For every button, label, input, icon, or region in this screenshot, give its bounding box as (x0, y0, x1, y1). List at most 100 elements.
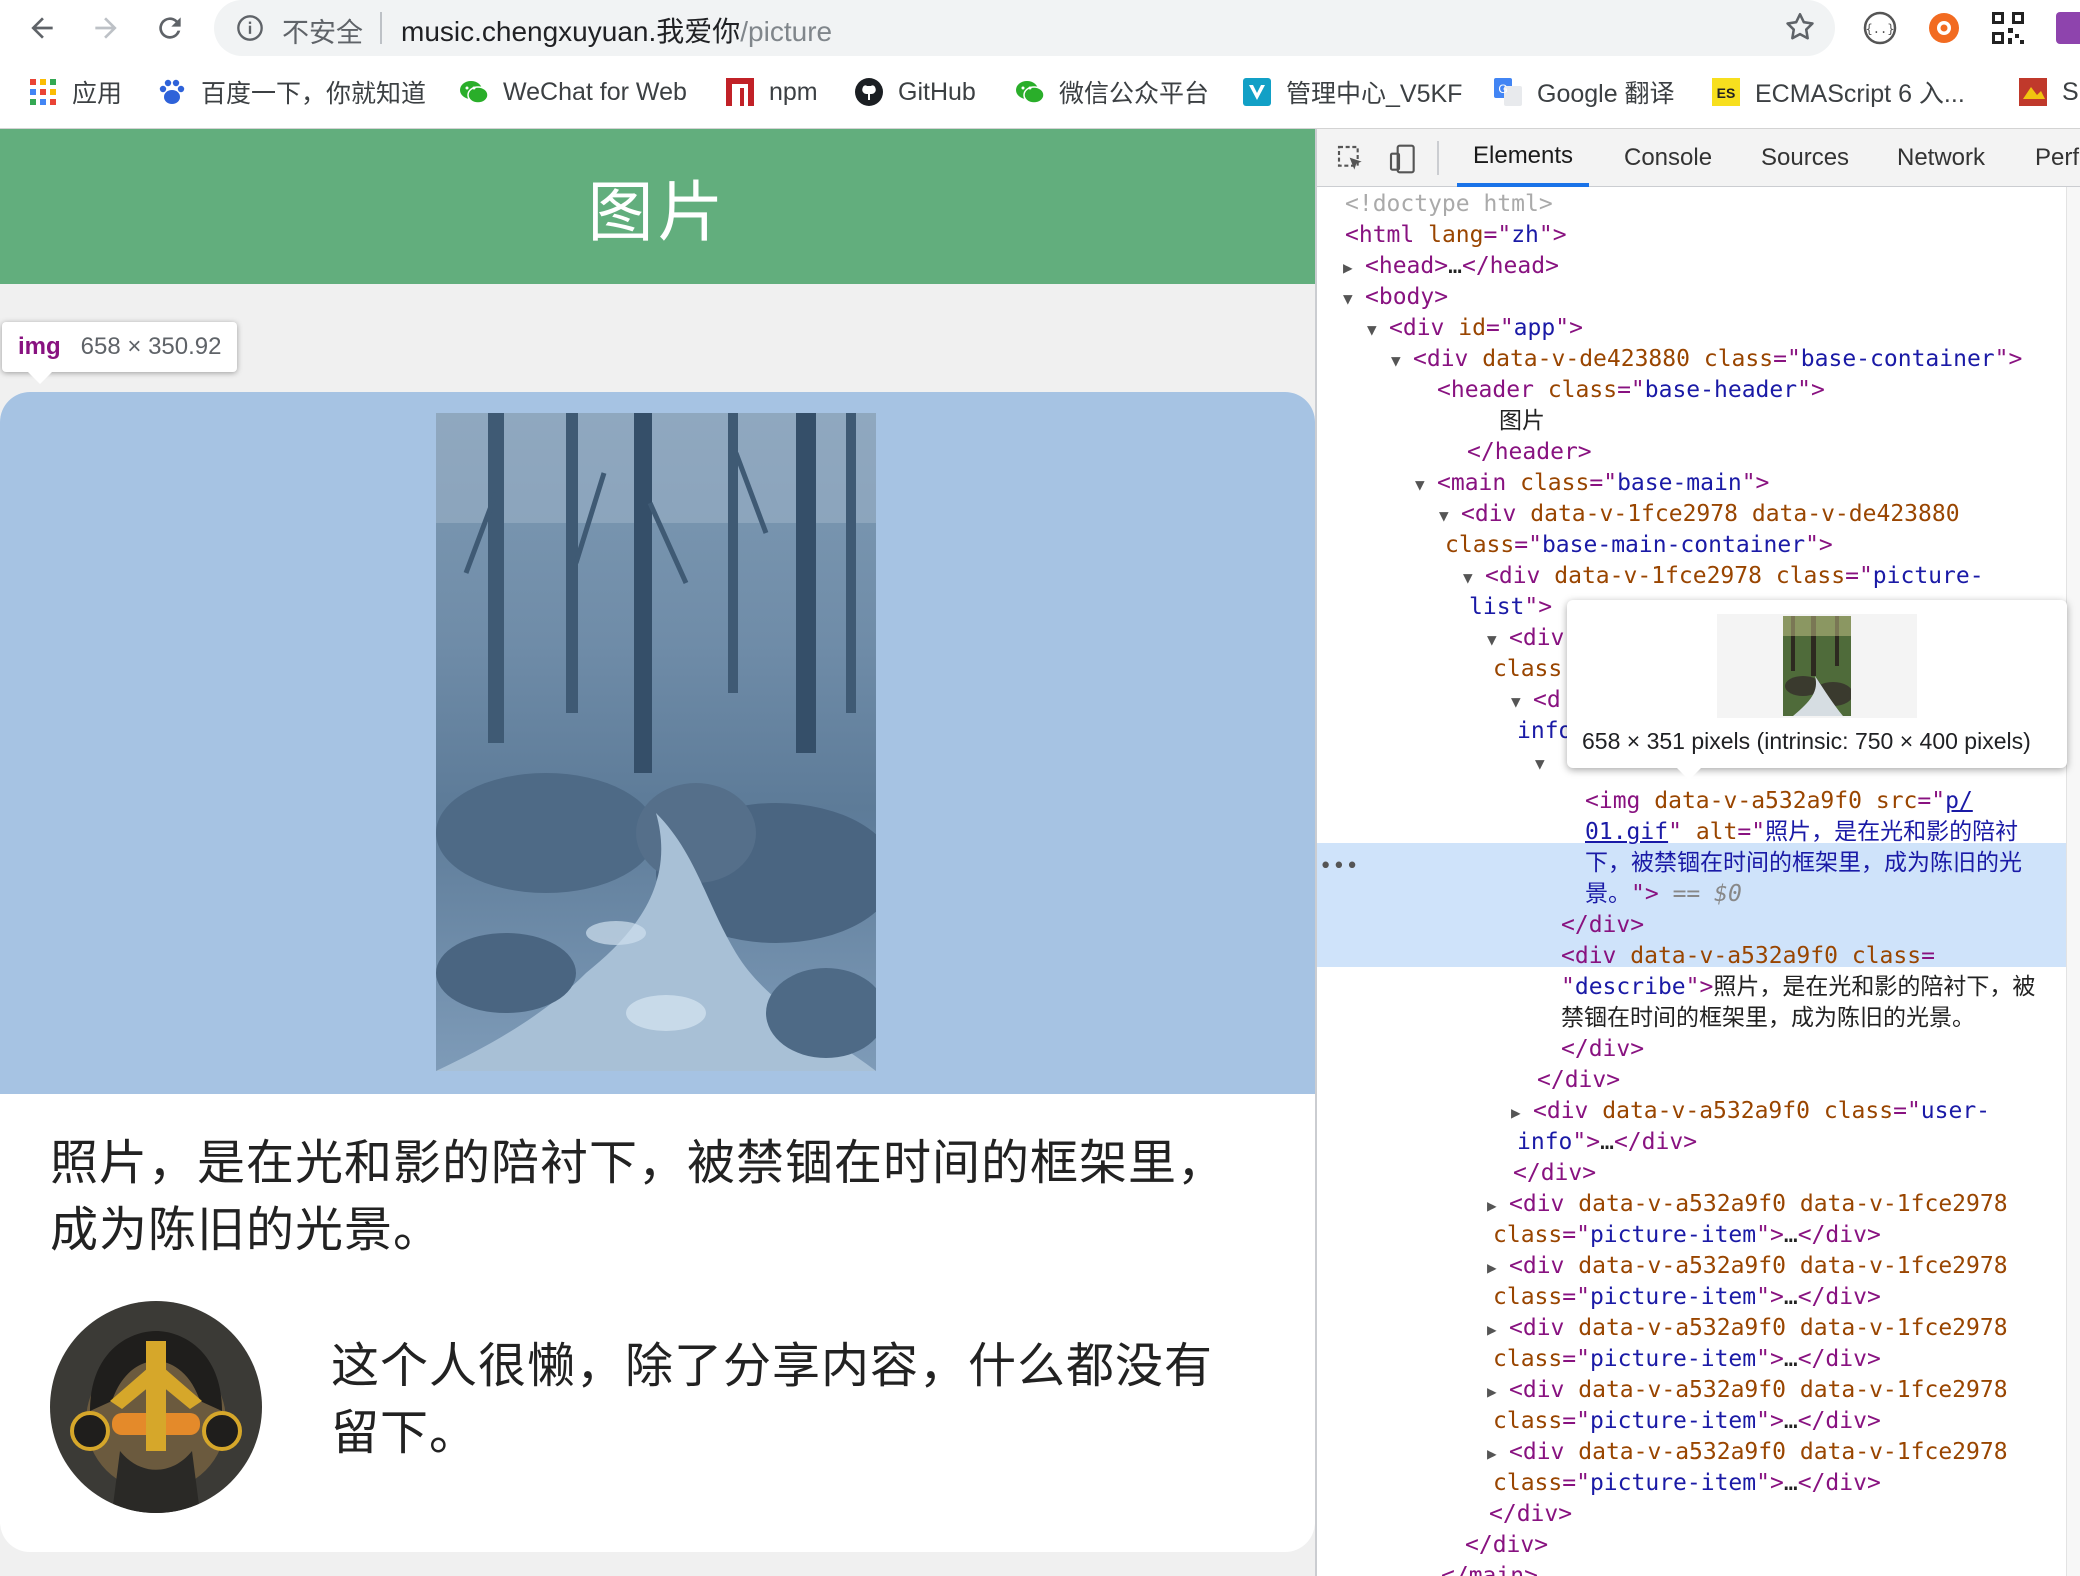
bookmark-overflow[interactable]: S (2018, 70, 2079, 114)
forward-button[interactable] (86, 8, 126, 48)
device-toolbar-icon[interactable] (1387, 143, 1419, 180)
collapsed-triangle-icon[interactable]: ▶ (1511, 1097, 1533, 1128)
expanded-triangle-icon[interactable]: ▼ (1439, 500, 1461, 531)
wechat-icon (1016, 81, 1045, 104)
tab-console[interactable]: Console (1624, 129, 1712, 187)
bookmark-npm[interactable]: npm (725, 70, 818, 114)
dom-div-app[interactable]: ▼ <div id="app"> (1367, 313, 1583, 345)
expanded-triangle-icon[interactable]: ▼ (1367, 314, 1389, 345)
dom-picture-item-4-class[interactable]: class="picture-item">…</div> (1493, 1344, 1881, 1375)
dom-div-describe-close[interactable]: </div> (1561, 1034, 1644, 1065)
dom-main-close[interactable]: </main> (1441, 1561, 1538, 1576)
dom-doctype[interactable]: <!doctype html> (1345, 189, 1553, 220)
expanded-triangle-icon[interactable]: ▼ (1487, 624, 1509, 655)
bookmark-apps[interactable]: 应用 (28, 70, 122, 114)
expanded-triangle-icon[interactable]: ▼ (1391, 345, 1413, 376)
dom-picture-item-6[interactable]: ▶ <div data-v-a532a9f0 data-v-1fce2978 (1487, 1437, 2008, 1469)
dom-div-close[interactable]: </div> (1561, 910, 1644, 941)
dom-div-describe[interactable]: <div data-v-a532a9f0 class= (1561, 941, 1935, 972)
dom-picture-item-3-class[interactable]: class="picture-item">…</div> (1493, 1282, 1881, 1313)
dom-header-open[interactable]: <header class="base-header"> (1437, 375, 1825, 406)
omnibox-separator (380, 12, 382, 44)
collapsed-triangle-icon[interactable]: ▶ (1487, 1190, 1509, 1221)
tab-elements[interactable]: Elements (1457, 129, 1590, 187)
user-description: 这个人很懒，除了分享内容，什么都没有留下。 (331, 1340, 1214, 1460)
dom-img-alt[interactable]: 01.gif" alt="照片，是在光和影的陪衬 (1585, 817, 2018, 848)
dom-head[interactable]: ▶ <head>…</head> (1343, 251, 1559, 283)
bookmark-label: Google 翻译 (1537, 80, 1675, 108)
dom-picture-item-3[interactable]: ▶ <div data-v-a532a9f0 data-v-1fce2978 (1487, 1251, 2008, 1283)
url-text[interactable]: music.chengxuyuan.我爱你/picture (401, 10, 832, 50)
extension-json-icon[interactable]: {..} (1862, 10, 1898, 46)
inspect-element-icon[interactable] (1335, 143, 1367, 180)
dom-base-main-container-close[interactable]: </div> (1465, 1530, 1548, 1561)
dom-div-picture-item-close[interactable]: </div> (1513, 1158, 1596, 1189)
dom-div-picture-list-class[interactable]: list"> (1469, 592, 1552, 623)
bookmark-baidu[interactable]: 百度一下，你就知道 (157, 70, 426, 114)
dom-img-selected[interactable]: <img data-v-a532a9f0 src="p/ (1585, 786, 1973, 817)
bookmark-wechat-web[interactable]: WeChat for Web (459, 70, 687, 114)
tooltip-dimensions: 658 × 350.92 (80, 333, 222, 360)
dom-img-alt-line2[interactable]: 下，被禁锢在时间的框架里，成为陈旧的光 (1585, 848, 2022, 879)
extension-partial-icon[interactable] (2054, 10, 2080, 46)
url-path: /picture (740, 16, 833, 47)
dom-body[interactable]: ▼ <body> (1343, 282, 1448, 314)
user-avatar[interactable] (50, 1301, 262, 1513)
tab-performance[interactable]: Perfo (2035, 129, 2080, 187)
dom-div-describe-text[interactable]: 禁锢在时间的框架里，成为陈旧的光景。 (1561, 1003, 1975, 1034)
extension-qrcode-icon[interactable] (1990, 10, 2026, 46)
collapsed-triangle-icon[interactable]: ▶ (1487, 1252, 1509, 1283)
dom-div-user-info-class[interactable]: info">…</div> (1517, 1127, 1697, 1158)
devtools-scrollbar[interactable] (2066, 187, 2080, 1576)
bookmark-label: 应用 (72, 80, 123, 108)
bookmark-v5kf[interactable]: 管理中心_V5KF (1242, 70, 1462, 114)
dom-header-text[interactable]: 图片 (1499, 406, 1545, 437)
dom-div-user-info[interactable]: ▶ <div data-v-a532a9f0 class="user- (1511, 1096, 1990, 1128)
extension-orange-icon[interactable] (1926, 10, 1962, 46)
expanded-triangle-icon[interactable]: ▼ (1511, 686, 1533, 717)
dom-img-alt-line3[interactable]: 景。"> == $0 (1585, 879, 1742, 910)
dom-div-picture-list[interactable]: ▼ <div data-v-1fce2978 class="picture- (1463, 561, 1984, 593)
bookmark-google-translate[interactable]: G Google 翻译 (1493, 70, 1675, 114)
dom-div-base-container[interactable]: ▼ <div data-v-de423880 class="base-contai… (1391, 344, 2022, 376)
reload-button[interactable] (150, 8, 190, 48)
dom-div-base-main-container-class[interactable]: class="base-main-container"> (1445, 530, 1833, 561)
collapsed-triangle-icon[interactable]: ▶ (1487, 1438, 1509, 1469)
dom-picture-item-4[interactable]: ▶ <div data-v-a532a9f0 data-v-1fce2978 (1487, 1313, 2008, 1345)
dom-picture-item-2[interactable]: ▶ <div data-v-a532a9f0 data-v-1fce2978 (1487, 1189, 2008, 1221)
expanded-triangle-icon[interactable]: ▼ (1463, 562, 1485, 593)
dom-div-picture-info-open[interactable]: ▼ <d (1511, 685, 1561, 717)
back-button[interactable] (22, 8, 62, 48)
dom-div-picture-info-close[interactable]: </div> (1537, 1065, 1620, 1096)
bookmark-github[interactable]: GitHub (854, 70, 976, 114)
picture-image-highlight[interactable] (0, 392, 1315, 1094)
dom-div-img-wrapper[interactable]: ▼ (1535, 747, 1557, 779)
expanded-triangle-icon[interactable]: ▼ (1535, 748, 1557, 779)
bookmark-star-icon[interactable] (1783, 10, 1817, 49)
dom-picture-item-5-class[interactable]: class="picture-item">…</div> (1493, 1406, 1881, 1437)
address-bar[interactable]: 不安全 music.chengxuyuan.我爱你/picture (214, 0, 1835, 56)
dom-div-describe-class[interactable]: "describe">照片，是在光和影的陪衬下，被 (1561, 972, 2035, 1003)
dom-partial-class[interactable]: class (1493, 654, 1562, 685)
expanded-triangle-icon[interactable]: ▼ (1415, 469, 1437, 500)
dom-picture-item-2-class[interactable]: class="picture-item">…</div> (1493, 1220, 1881, 1251)
expanded-triangle-icon[interactable]: ▼ (1343, 283, 1365, 314)
dom-picture-item-6-class[interactable]: class="picture-item">…</div> (1493, 1468, 1881, 1499)
info-icon[interactable] (236, 14, 264, 47)
dom-picture-list-close[interactable]: </div> (1489, 1499, 1572, 1530)
dom-partial-info[interactable]: info (1517, 716, 1572, 747)
dom-header-close[interactable]: </header> (1467, 437, 1592, 468)
bookmark-ecmascript[interactable]: ES ECMAScript 6 入... (1711, 70, 1965, 114)
tab-network[interactable]: Network (1897, 129, 1985, 187)
dom-html[interactable]: <html lang="zh"> (1345, 220, 1567, 251)
dom-div-base-main-container[interactable]: ▼ <div data-v-1fce2978 data-v-de423880 (1439, 499, 1960, 531)
dom-main[interactable]: ▼ <main class="base-main"> (1415, 468, 1769, 500)
collapsed-triangle-icon[interactable]: ▶ (1487, 1314, 1509, 1345)
collapsed-triangle-icon[interactable]: ▶ (1487, 1376, 1509, 1407)
dom-div-picture-item-open[interactable]: ▼ <div (1487, 623, 1564, 655)
tab-sources[interactable]: Sources (1761, 129, 1849, 187)
collapsed-triangle-icon[interactable]: ▶ (1343, 252, 1365, 283)
node-actions-ellipsis[interactable]: ••• (1319, 851, 1359, 882)
bookmark-wechat-mp[interactable]: 微信公众平台 (1015, 70, 1209, 114)
dom-picture-item-5[interactable]: ▶ <div data-v-a532a9f0 data-v-1fce2978 (1487, 1375, 2008, 1407)
